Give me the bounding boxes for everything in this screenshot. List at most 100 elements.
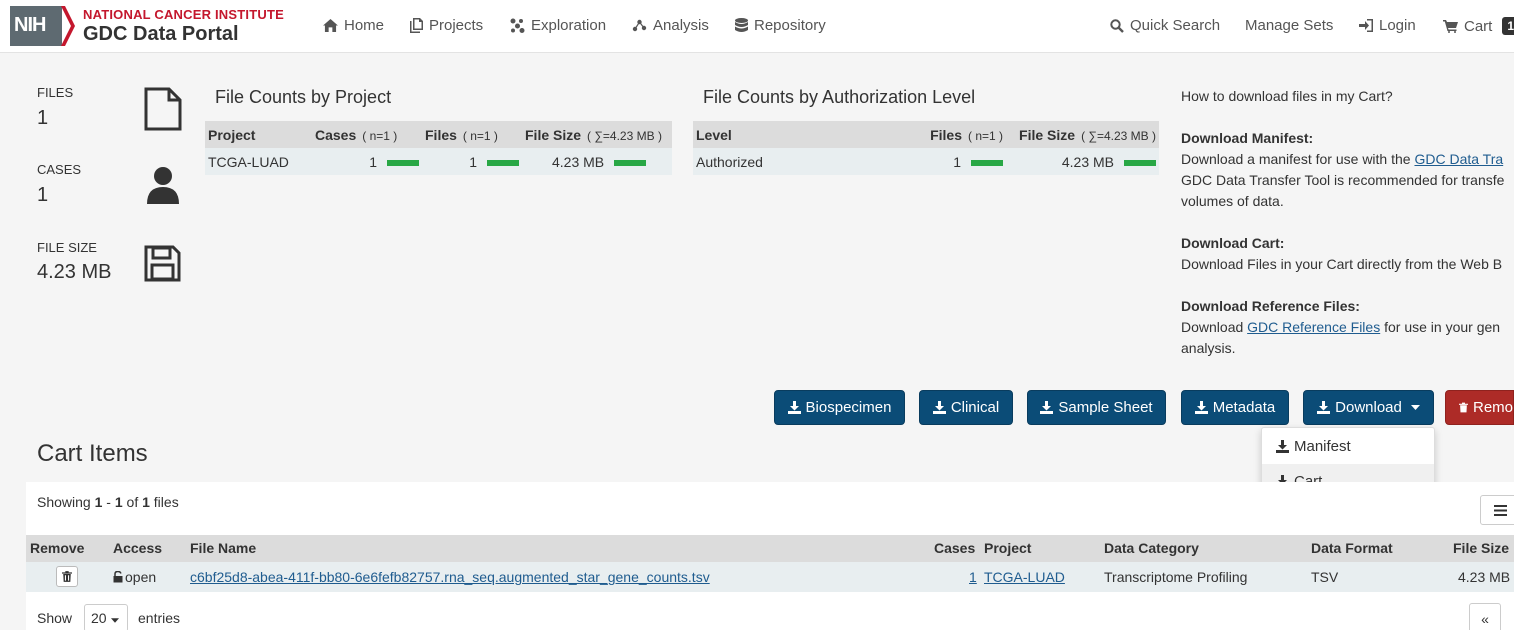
col-file-name[interactable]: File Name xyxy=(190,540,256,556)
table-row: TCGA-LUAD 1 1 4.23 MB xyxy=(205,148,672,175)
entries-label: entries xyxy=(138,610,181,626)
file-name-link[interactable]: c6bf25d8-abea-411f-bb80-6e6fefb82757.rna… xyxy=(190,569,710,585)
logo-institute-name: NATIONAL CANCER INSTITUTE xyxy=(83,7,284,22)
cases-link[interactable]: 1 xyxy=(969,569,977,585)
nih-logo: NIH xyxy=(10,6,75,46)
files-cell: 1 xyxy=(870,148,1015,175)
download-dropdown-button[interactable]: Download xyxy=(1303,390,1434,425)
nav-home-label: Home xyxy=(344,17,385,34)
show-label: Show xyxy=(37,610,73,626)
cases-count-label: CASES xyxy=(37,162,82,177)
help-cart: Download Cart: Download Files in your Ca… xyxy=(1181,235,1503,272)
files-bar xyxy=(971,159,1003,166)
nav-quick-search[interactable]: Quick Search xyxy=(1110,17,1220,34)
download-icon xyxy=(1194,401,1208,414)
remove-all-button[interactable]: Remo xyxy=(1445,390,1514,425)
sample-sheet-button[interactable]: Sample Sheet xyxy=(1027,390,1166,425)
user-icon xyxy=(147,167,179,204)
col-files[interactable]: Files( n=1 ) xyxy=(870,121,1015,148)
cases-count-value: 1 xyxy=(37,184,49,206)
by-auth-title: File Counts by Authorization Level xyxy=(703,87,976,107)
save-icon xyxy=(144,245,181,282)
by-project-table: Project Cases( n=1 ) Files( n=1 ) File S… xyxy=(205,121,672,175)
project-link[interactable]: TCGA-LUAD xyxy=(984,569,1065,585)
nav-exploration[interactable]: Exploration xyxy=(510,17,606,34)
nav-repository-label: Repository xyxy=(754,17,826,34)
nav-manage-sets-label: Manage Sets xyxy=(1245,17,1334,34)
home-icon xyxy=(323,19,338,32)
cart-items-title: Cart Items xyxy=(37,440,148,467)
help-reference: Download Reference Files: Download GDC R… xyxy=(1181,298,1501,356)
col-file-size[interactable]: File Size( ∑=4.23 MB ) xyxy=(1015,121,1159,148)
col-cases[interactable]: Cases xyxy=(934,540,975,556)
gdc-reference-files-link[interactable]: GDC Reference Files xyxy=(1247,319,1380,335)
col-access[interactable]: Access xyxy=(113,540,162,556)
showing-summary: Showing 1 - 1 of 1 files xyxy=(37,494,179,510)
nav-cart-label: Cart xyxy=(1464,17,1493,35)
size-cell: 4.23 MB xyxy=(1015,148,1159,175)
data-format-cell: TSV xyxy=(1311,569,1339,585)
download-manifest-item[interactable]: Manifest xyxy=(1262,429,1434,464)
data-category-cell: Transcriptome Profiling xyxy=(1104,569,1248,585)
col-file-size[interactable]: File Size xyxy=(1453,540,1509,556)
unlock-icon xyxy=(113,571,123,583)
top-navbar: NIH NATIONAL CANCER INSTITUTE GDC Data P… xyxy=(0,0,1514,53)
gdc-transfer-tool-link[interactable]: GDC Data Tra xyxy=(1414,151,1503,167)
help-question: How to download files in my Cart? xyxy=(1181,88,1393,104)
level-cell: Authorized xyxy=(693,148,870,175)
col-data-format[interactable]: Data Format xyxy=(1311,540,1393,556)
logo-portal-name: GDC Data Portal xyxy=(83,23,239,45)
project-cell: TCGA-LUAD xyxy=(984,569,1065,585)
col-cases[interactable]: Cases( n=1 ) xyxy=(312,121,422,148)
col-file-size[interactable]: File Size( ∑=4.23 MB ) xyxy=(522,121,672,148)
by-project-title: File Counts by Project xyxy=(215,87,392,107)
nav-cart[interactable]: Cart 1 xyxy=(1443,17,1514,35)
access-cell: open xyxy=(113,569,156,585)
file-name-cell: c6bf25d8-abea-411f-bb80-6e6fefb82757.rna… xyxy=(190,569,710,585)
col-level[interactable]: Level xyxy=(693,121,870,148)
col-data-category[interactable]: Data Category xyxy=(1104,540,1199,556)
nav-projects[interactable]: Projects xyxy=(410,17,483,34)
nav-analysis-label: Analysis xyxy=(653,17,709,34)
nav-home[interactable]: Home xyxy=(323,17,384,34)
nav-manage-sets[interactable]: Manage Sets xyxy=(1245,17,1333,34)
download-icon xyxy=(1317,401,1331,414)
files-count-label: FILES xyxy=(37,85,74,100)
col-project[interactable]: Project xyxy=(984,540,1031,556)
project-cell: TCGA-LUAD xyxy=(205,148,312,175)
file-size-label: FILE SIZE xyxy=(37,240,97,255)
cart-icon xyxy=(1443,19,1458,33)
help-manifest: Download Manifest: Download a manifest f… xyxy=(1181,130,1505,209)
table-row: Authorized 1 4.23 MB xyxy=(693,148,1159,175)
page-size-select[interactable]: 20 xyxy=(84,604,128,630)
gdc-logo[interactable]: NIH NATIONAL CANCER INSTITUTE GDC Data P… xyxy=(10,6,284,46)
remove-file-button[interactable] xyxy=(56,566,78,587)
col-project[interactable]: Project xyxy=(205,121,312,148)
file-icon xyxy=(144,87,182,131)
col-remove[interactable]: Remove xyxy=(30,540,84,556)
analysis-icon xyxy=(632,19,647,32)
table-options-button[interactable] xyxy=(1480,495,1514,525)
col-files[interactable]: Files( n=1 ) xyxy=(422,121,522,148)
clinical-button[interactable]: Clinical xyxy=(919,390,1013,425)
caret-down-icon xyxy=(1410,405,1420,410)
nav-repository[interactable]: Repository xyxy=(735,17,826,34)
copy-icon xyxy=(410,18,423,33)
sign-in-icon xyxy=(1359,19,1373,32)
download-help: How to download files in my Cart? Downlo… xyxy=(1181,86,1514,380)
menu-icon xyxy=(1493,504,1507,516)
size-bar xyxy=(1124,159,1156,166)
caret-down-icon xyxy=(111,618,120,623)
pager-previous-button[interactable]: « xyxy=(1469,603,1501,630)
file-size-value: 4.23 MB xyxy=(37,261,112,283)
trash-icon xyxy=(62,571,72,582)
cases-cell: 1 xyxy=(969,569,977,585)
nav-analysis[interactable]: Analysis xyxy=(632,17,709,34)
nav-exploration-label: Exploration xyxy=(531,17,607,34)
download-icon xyxy=(932,401,946,414)
nav-login[interactable]: Login xyxy=(1359,17,1416,34)
search-icon xyxy=(1110,18,1124,33)
biospecimen-button[interactable]: Biospecimen xyxy=(774,390,905,425)
nih-logo-text: NIH xyxy=(14,14,46,36)
metadata-button[interactable]: Metadata xyxy=(1181,390,1289,425)
